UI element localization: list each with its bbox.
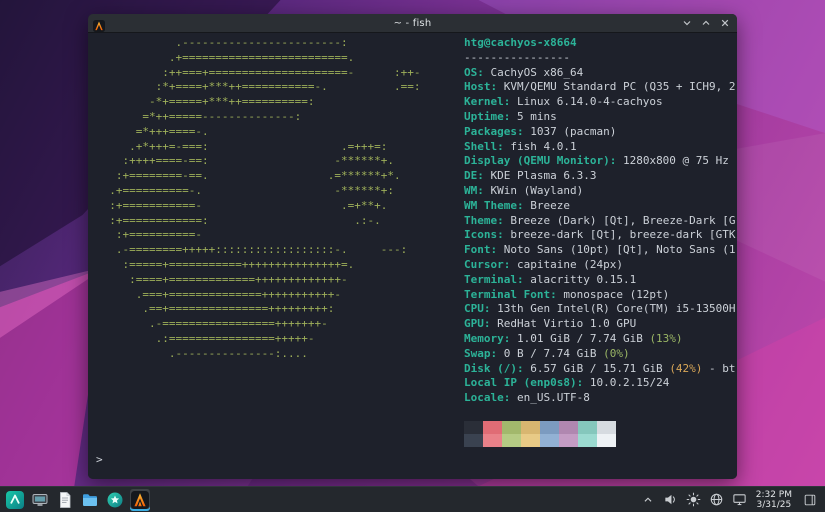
- fetch-line: Icons: breeze-dark [Qt], breeze-dark [GT…: [464, 228, 737, 243]
- tray-expander-button[interactable]: [640, 492, 656, 508]
- terminal-window: ~ - fish .------------------------: .+==…: [88, 14, 737, 479]
- palette-swatch: [597, 434, 616, 447]
- alacritty-window-icon: [93, 17, 105, 29]
- show-desktop-button[interactable]: [802, 492, 818, 508]
- window-title: ~ - fish: [88, 18, 737, 29]
- fetch-line: Disk (/): 6.57 GiB / 15.71 GiB (42%) - b…: [464, 362, 737, 377]
- chevron-down-icon: [681, 17, 693, 29]
- taskbar-launchers: [5, 489, 150, 511]
- palette-row2: [464, 434, 737, 447]
- text-editor-button[interactable]: [55, 489, 75, 511]
- fetch-line: Uptime: 5 mins: [464, 110, 737, 125]
- palette-swatch: [483, 421, 502, 434]
- window-controls: [681, 14, 731, 32]
- clock-date: 3/31/25: [756, 500, 792, 510]
- brightness-button[interactable]: [686, 492, 702, 508]
- fastfetch-output: .------------------------: .+===========…: [96, 36, 737, 447]
- system-monitor-button[interactable]: [30, 489, 50, 511]
- system-info: htg@cachyos-x8664----------------OS: Cac…: [464, 36, 737, 447]
- fetch-line: WM Theme: Breeze: [464, 199, 737, 214]
- software-center-icon: [106, 491, 124, 509]
- show-desktop-icon: [803, 493, 817, 507]
- cachyos-ascii-logo: .------------------------: .+===========…: [96, 36, 464, 362]
- palette-swatch: [521, 434, 540, 447]
- alacritty-task-button[interactable]: [130, 489, 150, 511]
- fetch-line: Kernel: Linux 6.14.0-4-cachyos: [464, 95, 737, 110]
- app-launcher-icon: [6, 491, 24, 509]
- chevron-up-icon: [641, 493, 655, 507]
- fetch-line: Local IP (enp0s8): 10.0.2.15/24: [464, 376, 737, 391]
- palette-swatch: [483, 434, 502, 447]
- fetch-line: Locale: en_US.UTF-8: [464, 391, 737, 406]
- terminal-content[interactable]: .------------------------: .+===========…: [88, 33, 737, 479]
- fetch-line: CPU: 13th Gen Intel(R) Core(TM) i5-13500…: [464, 302, 737, 317]
- palette-swatch: [464, 434, 483, 447]
- fetch-line: Font: Noto Sans (10pt) [Qt], Noto Sans (…: [464, 243, 737, 258]
- fetch-line: GPU: RedHat Virtio 1.0 GPU: [464, 317, 737, 332]
- clock[interactable]: 2:32 PM 3/31/25: [756, 490, 792, 510]
- window-titlebar[interactable]: ~ - fish: [88, 14, 737, 33]
- folder-icon: [81, 491, 99, 509]
- fetch-line: ----------------: [464, 51, 737, 66]
- fetch-line: htg@cachyos-x8664: [464, 36, 737, 51]
- document-icon: [56, 491, 74, 509]
- clock-time: 2:32 PM: [756, 490, 792, 500]
- network-icon: [709, 492, 724, 507]
- volume-button[interactable]: [663, 492, 679, 508]
- display-icon: [732, 492, 747, 507]
- fetch-line: Memory: 1.01 GiB / 7.74 GiB (13%): [464, 332, 737, 347]
- color-palette: [464, 421, 737, 447]
- fetch-line: Terminal: alacritty 0.15.1: [464, 273, 737, 288]
- file-manager-button[interactable]: [80, 489, 100, 511]
- fetch-line: Host: KVM/QEMU Standard PC (Q35 + ICH9, …: [464, 80, 737, 95]
- palette-swatch: [578, 421, 597, 434]
- close-button[interactable]: [719, 17, 731, 29]
- palette-swatch: [540, 421, 559, 434]
- fetch-line: Packages: 1037 (pacman): [464, 125, 737, 140]
- system-tray: [640, 492, 748, 508]
- palette-swatch: [464, 421, 483, 434]
- shell-prompt: >: [96, 453, 103, 466]
- palette-swatch: [559, 421, 578, 434]
- fetch-line: Swap: 0 B / 7.74 GiB (0%): [464, 347, 737, 362]
- prompt-line: >: [96, 453, 737, 468]
- taskbar: 2:32 PM 3/31/25: [0, 486, 825, 512]
- maximize-button[interactable]: [700, 17, 712, 29]
- palette-swatch: [521, 421, 540, 434]
- palette-swatch: [540, 434, 559, 447]
- minimize-button[interactable]: [681, 17, 693, 29]
- alacritty-task-icon: [131, 491, 149, 509]
- palette-swatch: [578, 434, 597, 447]
- fetch-line: DE: KDE Plasma 6.3.3: [464, 169, 737, 184]
- fetch-line: WM: KWin (Wayland): [464, 184, 737, 199]
- fetch-line: Cursor: capitaine (24px): [464, 258, 737, 273]
- fetch-line: Display (QEMU Monitor): 1280x800 @ 75 Hz…: [464, 154, 737, 169]
- fetch-line: Terminal Font: monospace (12pt): [464, 288, 737, 303]
- palette-swatch: [559, 434, 578, 447]
- software-center-button[interactable]: [105, 489, 125, 511]
- close-icon: [719, 17, 731, 29]
- display-settings-button[interactable]: [732, 492, 748, 508]
- palette-swatch: [502, 421, 521, 434]
- volume-icon: [663, 492, 678, 507]
- fetch-lines: htg@cachyos-x8664----------------OS: Cac…: [464, 36, 737, 406]
- palette-swatch: [597, 421, 616, 434]
- fetch-line: Shell: fish 4.0.1: [464, 140, 737, 155]
- fetch-line: Theme: Breeze (Dark) [Qt], Breeze-Dark […: [464, 214, 737, 229]
- system-monitor-icon: [31, 491, 49, 509]
- app-launcher-button[interactable]: [5, 489, 25, 511]
- network-button[interactable]: [709, 492, 725, 508]
- brightness-icon: [686, 492, 701, 507]
- fetch-line: OS: CachyOS x86_64: [464, 66, 737, 81]
- chevron-up-icon: [700, 17, 712, 29]
- palette-swatch: [502, 434, 521, 447]
- palette-row1: [464, 421, 737, 434]
